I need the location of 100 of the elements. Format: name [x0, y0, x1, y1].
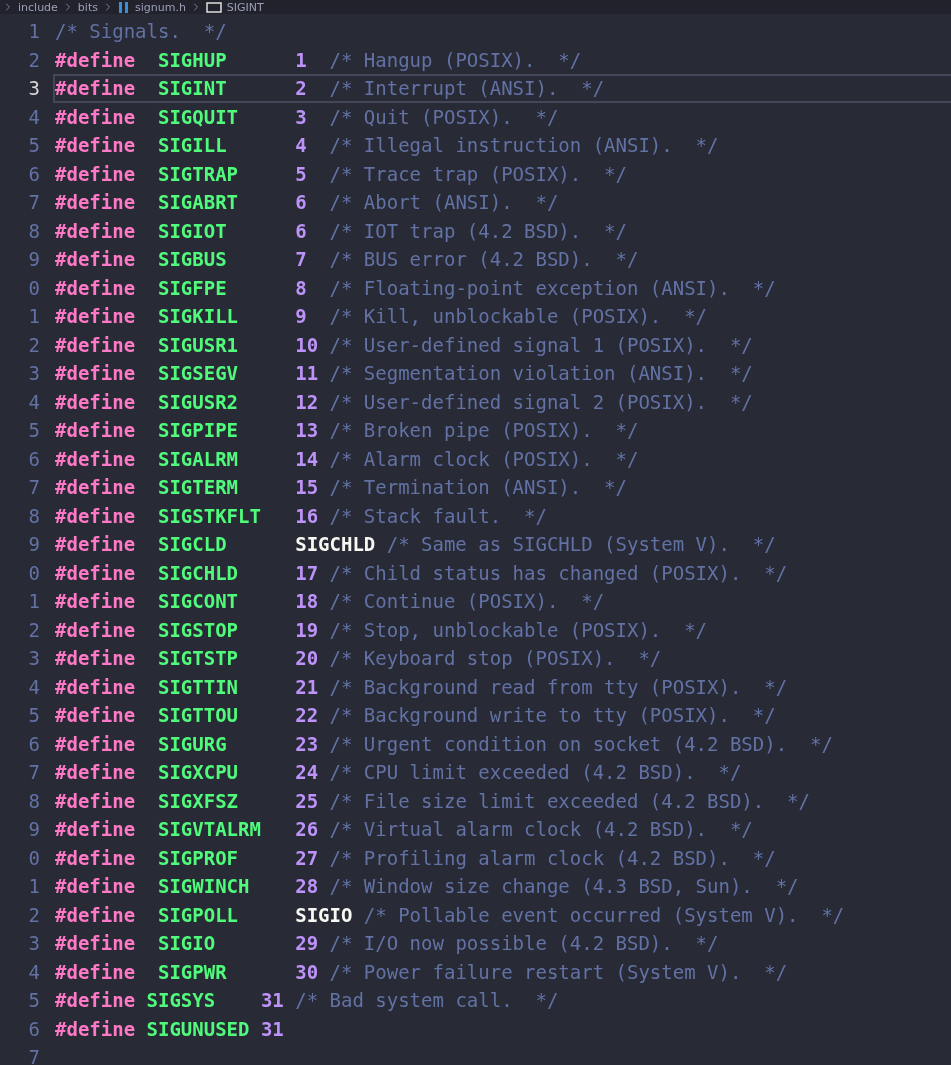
code-comment: /* Background write to tty (POSIX). */	[329, 704, 776, 727]
number-literal: 22	[295, 704, 319, 727]
preprocessor-directive: #define	[55, 960, 136, 983]
line-number: 9	[27, 818, 40, 841]
line-number: 9	[27, 533, 40, 556]
number-literal: 13	[295, 419, 319, 442]
number-literal: 19	[295, 618, 319, 641]
macro-name: SIGSEGV	[157, 362, 239, 385]
line-number: 4	[27, 675, 40, 698]
macro-name: SIGPROF	[157, 846, 239, 869]
number-literal: 5	[295, 162, 307, 185]
code-comment: /* Abort (ANSI). */	[329, 191, 559, 214]
macro-name: SIGWINCH	[157, 875, 250, 898]
code-comment: /* Signals. */	[55, 20, 227, 43]
line-number: 7	[27, 1046, 40, 1065]
macro-name: SIGTTIN	[157, 675, 239, 698]
preprocessor-directive: #define	[55, 447, 136, 470]
macro-name: SIGSTKFLT	[157, 504, 261, 527]
code-comment: /* Illegal instruction (ANSI). */	[329, 134, 719, 157]
preprocessor-directive: #define	[55, 533, 136, 556]
number-literal: 24	[295, 761, 319, 784]
macro-name: SIGPOLL	[157, 903, 239, 926]
macro-name: SIGTERM	[157, 476, 239, 499]
macro-name: SIGUSR1	[157, 333, 239, 356]
number-literal: 17	[295, 561, 319, 584]
code-comment: /* BUS error (4.2 BSD). */	[329, 248, 639, 271]
preprocessor-directive: #define	[55, 77, 136, 100]
macro-name: SIGPIPE	[157, 419, 239, 442]
code-comment: /* Pollable event occurred (System V). */	[363, 903, 845, 926]
preprocessor-directive: #define	[55, 789, 136, 812]
line-number: 1	[27, 875, 40, 898]
number-literal: 6	[295, 191, 307, 214]
macro-name: SIGXFSZ	[157, 789, 239, 812]
line-number: 6	[27, 732, 40, 755]
preprocessor-directive: #define	[55, 989, 136, 1012]
line-number: 5	[27, 419, 40, 442]
identifier: SIGIO	[295, 903, 353, 926]
preprocessor-directive: #define	[55, 276, 136, 299]
code-comment: /* Same as SIGCHLD (System V). */	[386, 533, 776, 556]
breadcrumb-item[interactable]: SIGINT	[205, 0, 264, 14]
header-file-icon	[117, 1, 130, 13]
symbol-icon	[205, 1, 222, 13]
code-comment: /* Child status has changed (POSIX). */	[329, 561, 788, 584]
code-comment: /* Virtual alarm clock (4.2 BSD). */	[329, 818, 753, 841]
number-literal: 2	[295, 77, 307, 100]
breadcrumb-item[interactable]: bits	[77, 0, 98, 14]
code-comment: /* I/O now possible (4.2 BSD). */	[329, 932, 719, 955]
preprocessor-directive: #define	[55, 419, 136, 442]
line-number: 0	[27, 276, 40, 299]
line-number: 3	[27, 77, 40, 100]
number-literal: 30	[295, 960, 319, 983]
line-number: 4	[27, 390, 40, 413]
number-literal: 7	[295, 248, 307, 271]
line-number: 1	[27, 20, 40, 43]
preprocessor-directive: #define	[55, 846, 136, 869]
preprocessor-directive: #define	[55, 761, 136, 784]
number-literal: 12	[295, 390, 319, 413]
macro-name: SIGSTOP	[157, 618, 239, 641]
macro-name: SIGABRT	[157, 191, 239, 214]
number-literal: 8	[295, 276, 307, 299]
macro-name: SIGCLD	[157, 533, 227, 556]
preprocessor-directive: #define	[55, 561, 136, 584]
preprocessor-directive: #define	[55, 191, 136, 214]
preprocessor-directive: #define	[55, 875, 136, 898]
breadcrumb-item[interactable]: signum.h	[117, 0, 186, 14]
number-literal: 28	[295, 875, 319, 898]
number-literal: 25	[295, 789, 319, 812]
line-number: 2	[27, 903, 40, 926]
number-literal: 20	[295, 647, 319, 670]
macro-name: SIGHUP	[157, 48, 227, 71]
macro-name: SIGCONT	[157, 590, 239, 613]
code-comment: /* Bad system call. */	[295, 989, 559, 1012]
code-comment: /* File size limit exceeded (4.2 BSD). */	[329, 789, 810, 812]
preprocessor-directive: #define	[55, 590, 136, 613]
code-comment: /* Power failure restart (System V). */	[329, 960, 788, 983]
line-number: 2	[27, 333, 40, 356]
line-number: 5	[27, 134, 40, 157]
code-comment: /* Urgent condition on socket (4.2 BSD). */	[329, 732, 833, 755]
macro-name: SIGALRM	[157, 447, 239, 470]
macro-name: SIGKILL	[157, 305, 239, 328]
line-number: 6	[27, 162, 40, 185]
preprocessor-directive: #define	[55, 390, 136, 413]
macro-name: SIGVTALRM	[157, 818, 261, 841]
macro-name: SIGCHLD	[157, 561, 239, 584]
line-number: 2	[27, 618, 40, 641]
code-comment: /* Kill, unblockable (POSIX). */	[329, 305, 708, 328]
code-comment: /* Broken pipe (POSIX). */	[329, 419, 639, 442]
number-literal: 1	[295, 48, 307, 71]
number-literal: 26	[295, 818, 319, 841]
breadcrumb-item[interactable]: include	[18, 0, 58, 14]
code-comment: /* User-defined signal 2 (POSIX). */	[329, 390, 753, 413]
number-literal: 31	[260, 1017, 284, 1040]
macro-name: SIGUNUSED	[146, 1017, 250, 1040]
number-literal: 15	[295, 476, 319, 499]
number-literal: 6	[295, 219, 307, 242]
line-number: 0	[27, 846, 40, 869]
preprocessor-directive: #define	[55, 248, 136, 271]
code-comment: /* Continue (POSIX). */	[329, 590, 605, 613]
code-comment: /* Interrupt (ANSI). */	[329, 77, 605, 100]
preprocessor-directive: #define	[55, 476, 136, 499]
